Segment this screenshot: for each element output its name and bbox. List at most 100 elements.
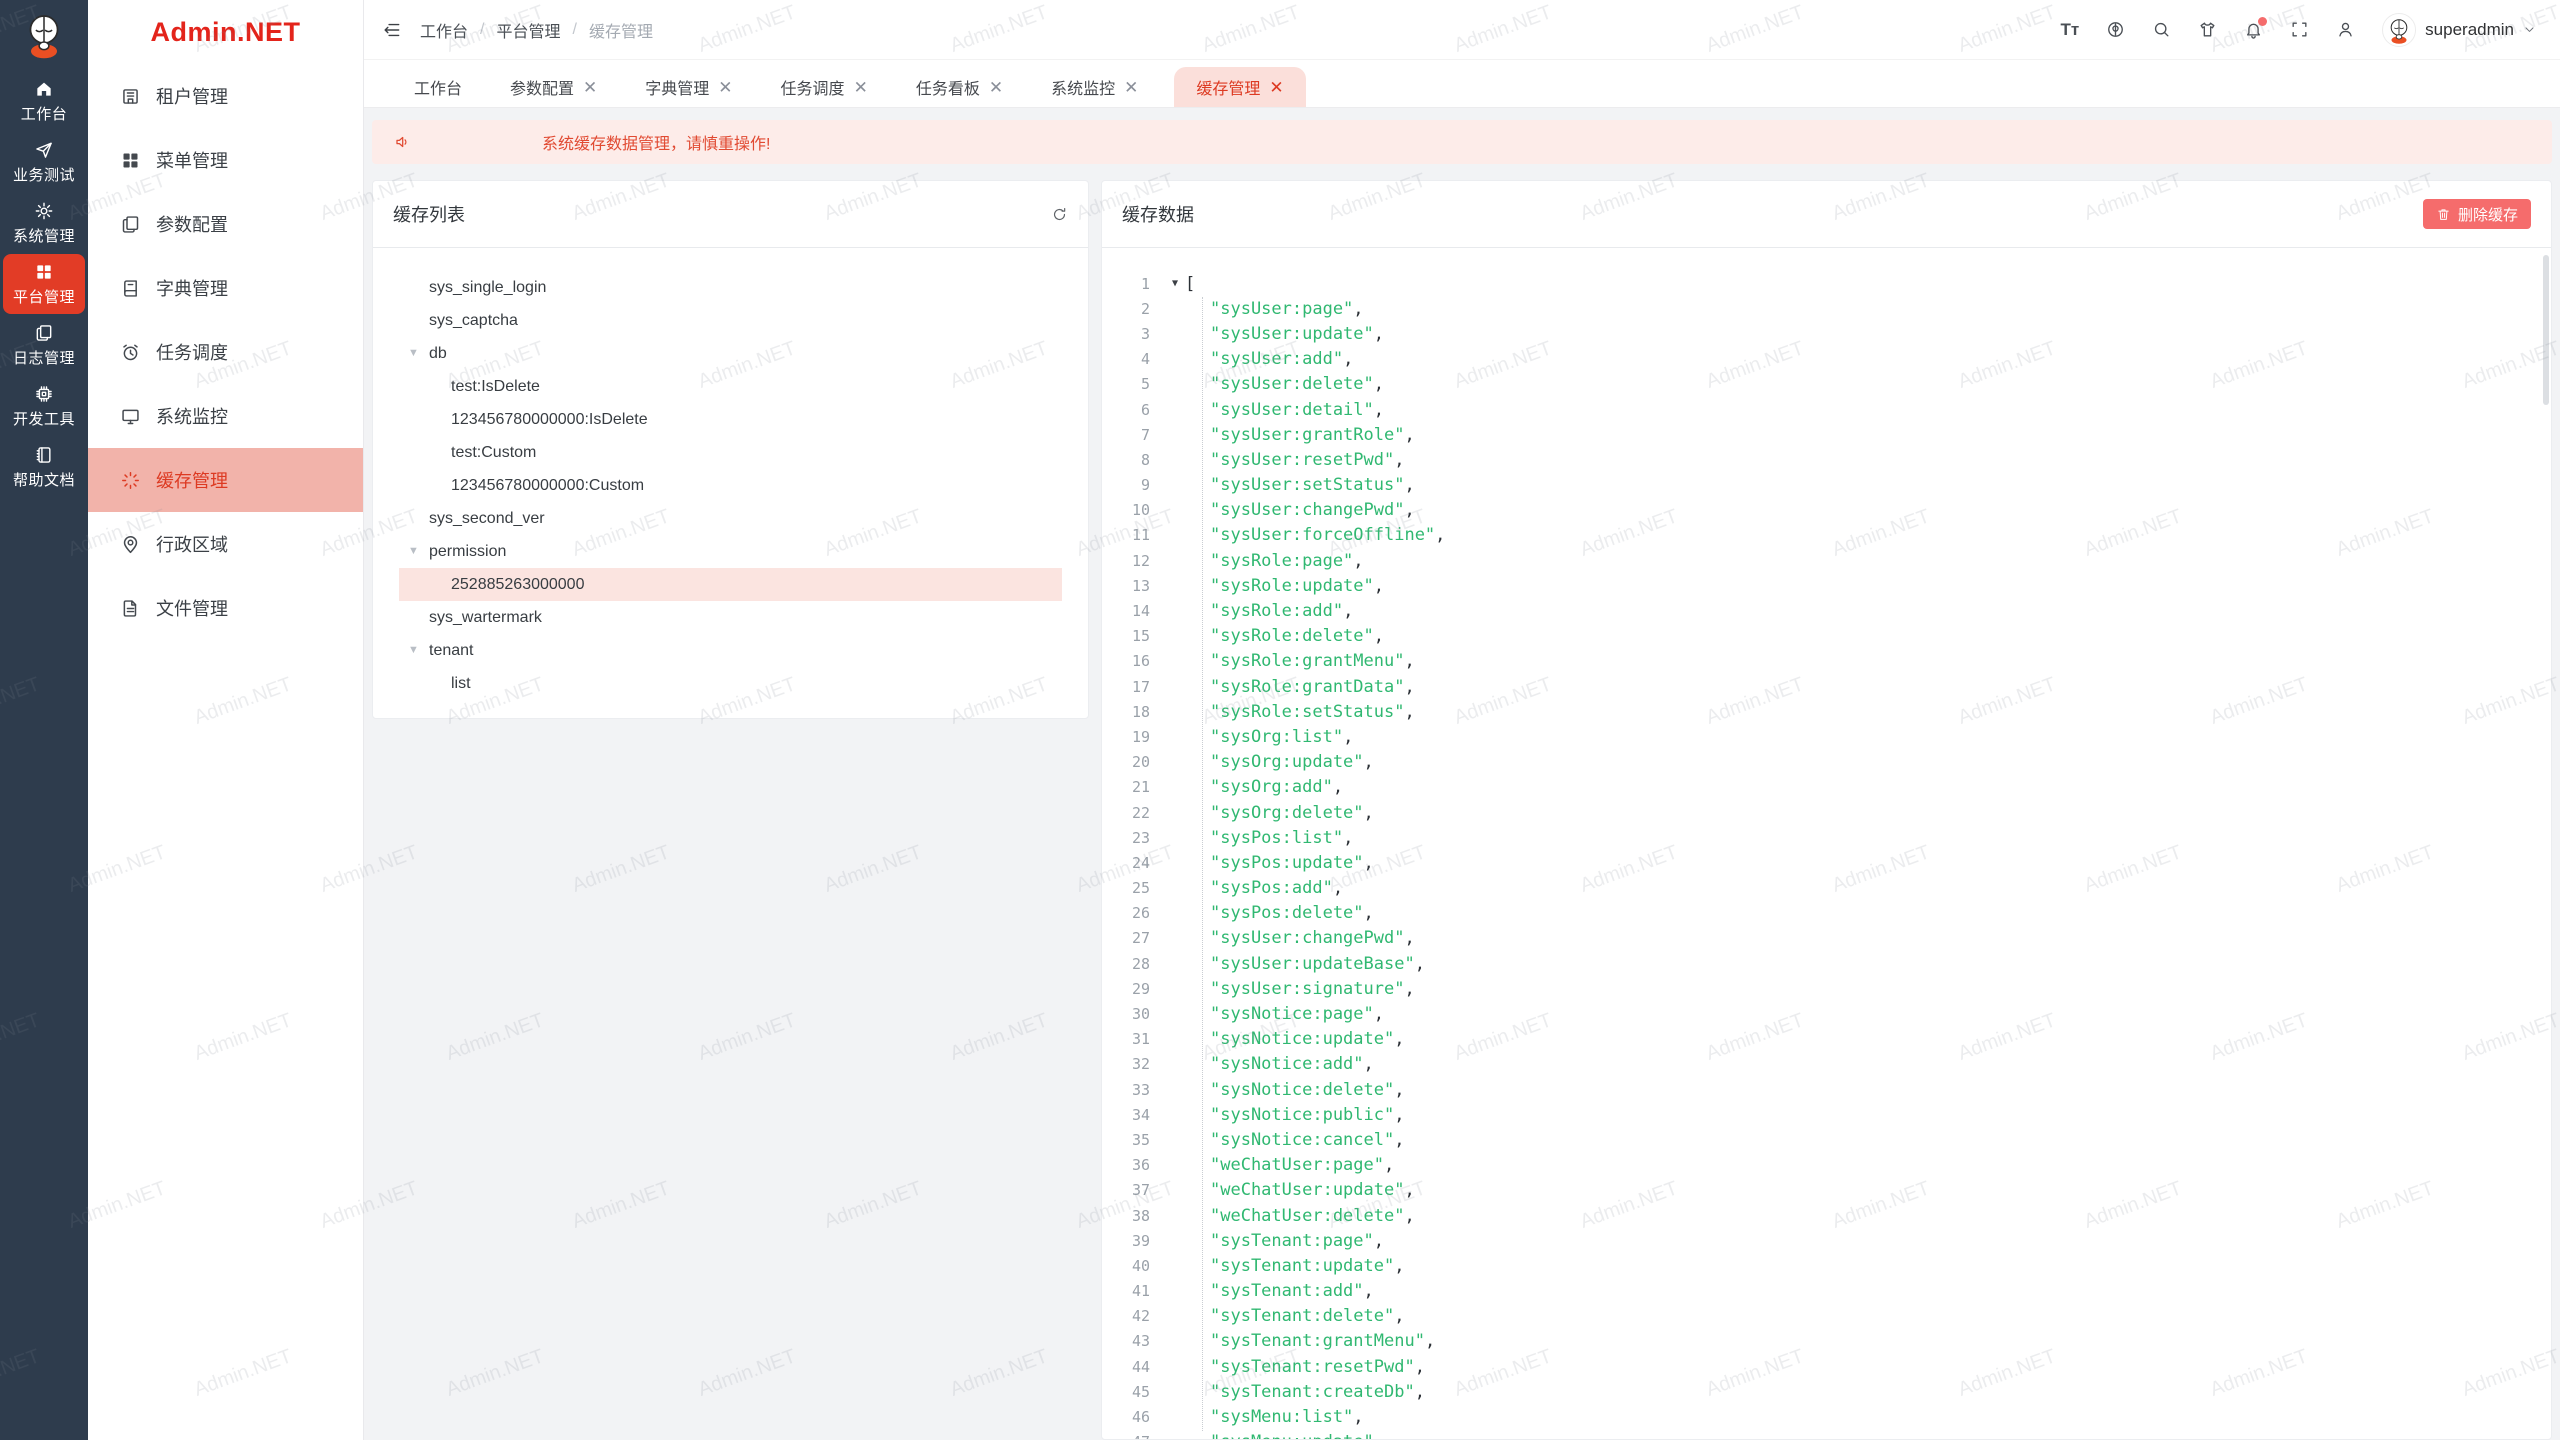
book-icon	[34, 445, 54, 465]
code-line: 14"sysRole:add",	[1102, 598, 2551, 623]
tree-node-permission[interactable]: ▼permission	[399, 535, 1062, 568]
code-text: "sysRole:setStatus",	[1210, 702, 1415, 722]
code-line: 36"weChatUser:page",	[1102, 1153, 2551, 1178]
monitor-icon	[120, 406, 141, 427]
header-notification-icon[interactable]	[2244, 20, 2263, 39]
line-number: 43	[1102, 1332, 1150, 1350]
breadcrumb-item[interactable]: 工作台	[420, 18, 468, 42]
sidebar-menu: 租户管理菜单管理参数配置字典管理任务调度系统监控缓存管理行政区域文件管理	[88, 64, 363, 640]
sidebar-item-file-mgmt[interactable]: 文件管理	[88, 576, 363, 640]
line-number: 46	[1102, 1408, 1150, 1426]
rail-item-log-mgmt[interactable]: 日志管理	[3, 315, 85, 375]
caret-down-icon[interactable]: ▼	[408, 337, 419, 370]
sidebar-item-admin-region[interactable]: 行政区域	[88, 512, 363, 576]
rail-item-workbench[interactable]: 工作台	[3, 71, 85, 131]
code-line: 19"sysOrg:list",	[1102, 724, 2551, 749]
line-number: 3	[1102, 325, 1150, 343]
code-line: 24"sysPos:update",	[1102, 850, 2551, 875]
tree-node-db[interactable]: ▼db	[399, 337, 1062, 370]
scrollbar-thumb[interactable]	[2543, 255, 2549, 405]
sidebar-item-job-schedule[interactable]: 任务调度	[88, 320, 363, 384]
code-line: 2"sysUser:page",	[1102, 296, 2551, 321]
delete-cache-button[interactable]: 删除缓存	[2423, 199, 2531, 229]
sidebar-item-param-config[interactable]: 参数配置	[88, 192, 363, 256]
sidebar-item-system-monitor[interactable]: 系统监控	[88, 384, 363, 448]
tree-node-tenant[interactable]: ▼tenant	[399, 634, 1062, 667]
code-text: "sysPos:update",	[1210, 853, 1374, 873]
tab-job-board[interactable]: 任务看板✕	[904, 67, 1015, 107]
tab-cache-mgmt[interactable]: 缓存管理 ✕	[1174, 67, 1305, 107]
rail-item-platform-mgmt[interactable]: 平台管理	[3, 254, 85, 314]
line-number: 47	[1102, 1433, 1150, 1440]
header-fullscreen-icon[interactable]	[2290, 20, 2309, 39]
close-icon[interactable]: ✕	[1124, 79, 1138, 96]
user-menu[interactable]: superadmin	[2382, 13, 2536, 47]
rail-item-business-test[interactable]: 业务测试	[3, 132, 85, 192]
tree-node-test:Custom[interactable]: test:Custom	[399, 436, 1062, 469]
notification-badge	[2258, 17, 2267, 26]
app-logo-mascot[interactable]	[0, 0, 88, 70]
header-font-size-icon[interactable]: Tт	[2060, 20, 2079, 39]
code-text: "sysPos:list",	[1210, 828, 1353, 848]
close-icon[interactable]: ✕	[718, 79, 732, 96]
line-number: 6	[1102, 401, 1150, 419]
line-number: 10	[1102, 501, 1150, 519]
code-text: "sysOrg:list",	[1210, 727, 1353, 747]
breadcrumb-separator: /	[480, 21, 484, 39]
rail-item-dev-tools[interactable]: 开发工具	[3, 376, 85, 436]
code-text: "sysRole:grantData",	[1210, 677, 1415, 697]
rail-item-help-docs[interactable]: 帮助文档	[3, 437, 85, 497]
sidebar-item-label: 租户管理	[156, 83, 228, 109]
fold-icon[interactable]: ▼	[1172, 278, 1178, 289]
code-text: "sysTenant:page",	[1210, 1231, 1384, 1251]
tree-node-123456780000000:IsDelete[interactable]: 123456780000000:IsDelete	[399, 403, 1062, 436]
tab-job-schedule[interactable]: 任务调度✕	[769, 67, 880, 107]
header-search-icon[interactable]	[2152, 20, 2171, 39]
cache-data-title: 缓存数据	[1122, 201, 1194, 227]
header-theme-icon[interactable]	[2198, 20, 2217, 39]
sidebar-item-dict-mgmt[interactable]: 字典管理	[88, 256, 363, 320]
tree-node-list[interactable]: list	[399, 667, 1062, 700]
tab-label: 字典管理	[645, 75, 709, 99]
caret-down-icon[interactable]: ▼	[408, 634, 419, 667]
code-line: 35"sysNotice:cancel",	[1102, 1127, 2551, 1152]
close-icon[interactable]: ✕	[583, 79, 597, 96]
tab-param-config[interactable]: 参数配置✕	[498, 67, 609, 107]
tree-node-sys_single_login[interactable]: sys_single_login	[399, 271, 1062, 304]
menu-fold-icon[interactable]	[382, 20, 402, 40]
close-icon[interactable]: ✕	[854, 79, 868, 96]
sidebar-item-cache-mgmt[interactable]: 缓存管理	[88, 448, 363, 512]
tree-node-sys_captcha[interactable]: sys_captcha	[399, 304, 1062, 337]
tab-label: 缓存管理	[1196, 75, 1260, 99]
close-icon[interactable]: ✕	[989, 79, 1003, 96]
tree-node-test:IsDelete[interactable]: test:IsDelete	[399, 370, 1062, 403]
code-line: 4"sysUser:add",	[1102, 347, 2551, 372]
language-icon	[2106, 20, 2125, 39]
breadcrumb-item[interactable]: 平台管理	[496, 18, 560, 42]
tree-node-252885263000000[interactable]: 252885263000000	[399, 568, 1062, 601]
tree-node-label: sys_single_login	[429, 279, 546, 296]
sidebar-item-tenant-mgmt[interactable]: 租户管理	[88, 64, 363, 128]
tab-workbench[interactable]: 工作台	[402, 67, 474, 107]
tab-dict-mgmt[interactable]: 字典管理 ✕	[633, 67, 744, 107]
tab-system-monitor[interactable]: 系统监控✕	[1039, 67, 1150, 107]
code-line: 40"sysTenant:update",	[1102, 1253, 2551, 1278]
tree-node-123456780000000:Custom[interactable]: 123456780000000:Custom	[399, 469, 1062, 502]
file-icon	[120, 598, 141, 619]
grid-icon	[120, 150, 141, 171]
rail-item-system-mgmt[interactable]: 系统管理	[3, 193, 85, 253]
refresh-icon[interactable]	[1051, 206, 1068, 223]
tree-node-sys_wartermark[interactable]: sys_wartermark	[399, 601, 1062, 634]
sidebar-item-menu-mgmt[interactable]: 菜单管理	[88, 128, 363, 192]
header-profile-icon[interactable]	[2336, 20, 2355, 39]
code-line: 26"sysPos:delete",	[1102, 901, 2551, 926]
breadcrumb-separator: /	[572, 21, 576, 39]
tab-label: 工作台	[414, 75, 462, 99]
code-text: "sysTenant:grantMenu",	[1210, 1331, 1435, 1351]
close-icon[interactable]: ✕	[1269, 79, 1283, 96]
sidebar-item-label: 系统监控	[156, 403, 228, 429]
header-language-icon[interactable]	[2106, 20, 2125, 39]
caret-down-icon[interactable]: ▼	[408, 535, 419, 568]
send-icon	[34, 140, 54, 160]
tree-node-sys_second_ver[interactable]: sys_second_ver	[399, 502, 1062, 535]
